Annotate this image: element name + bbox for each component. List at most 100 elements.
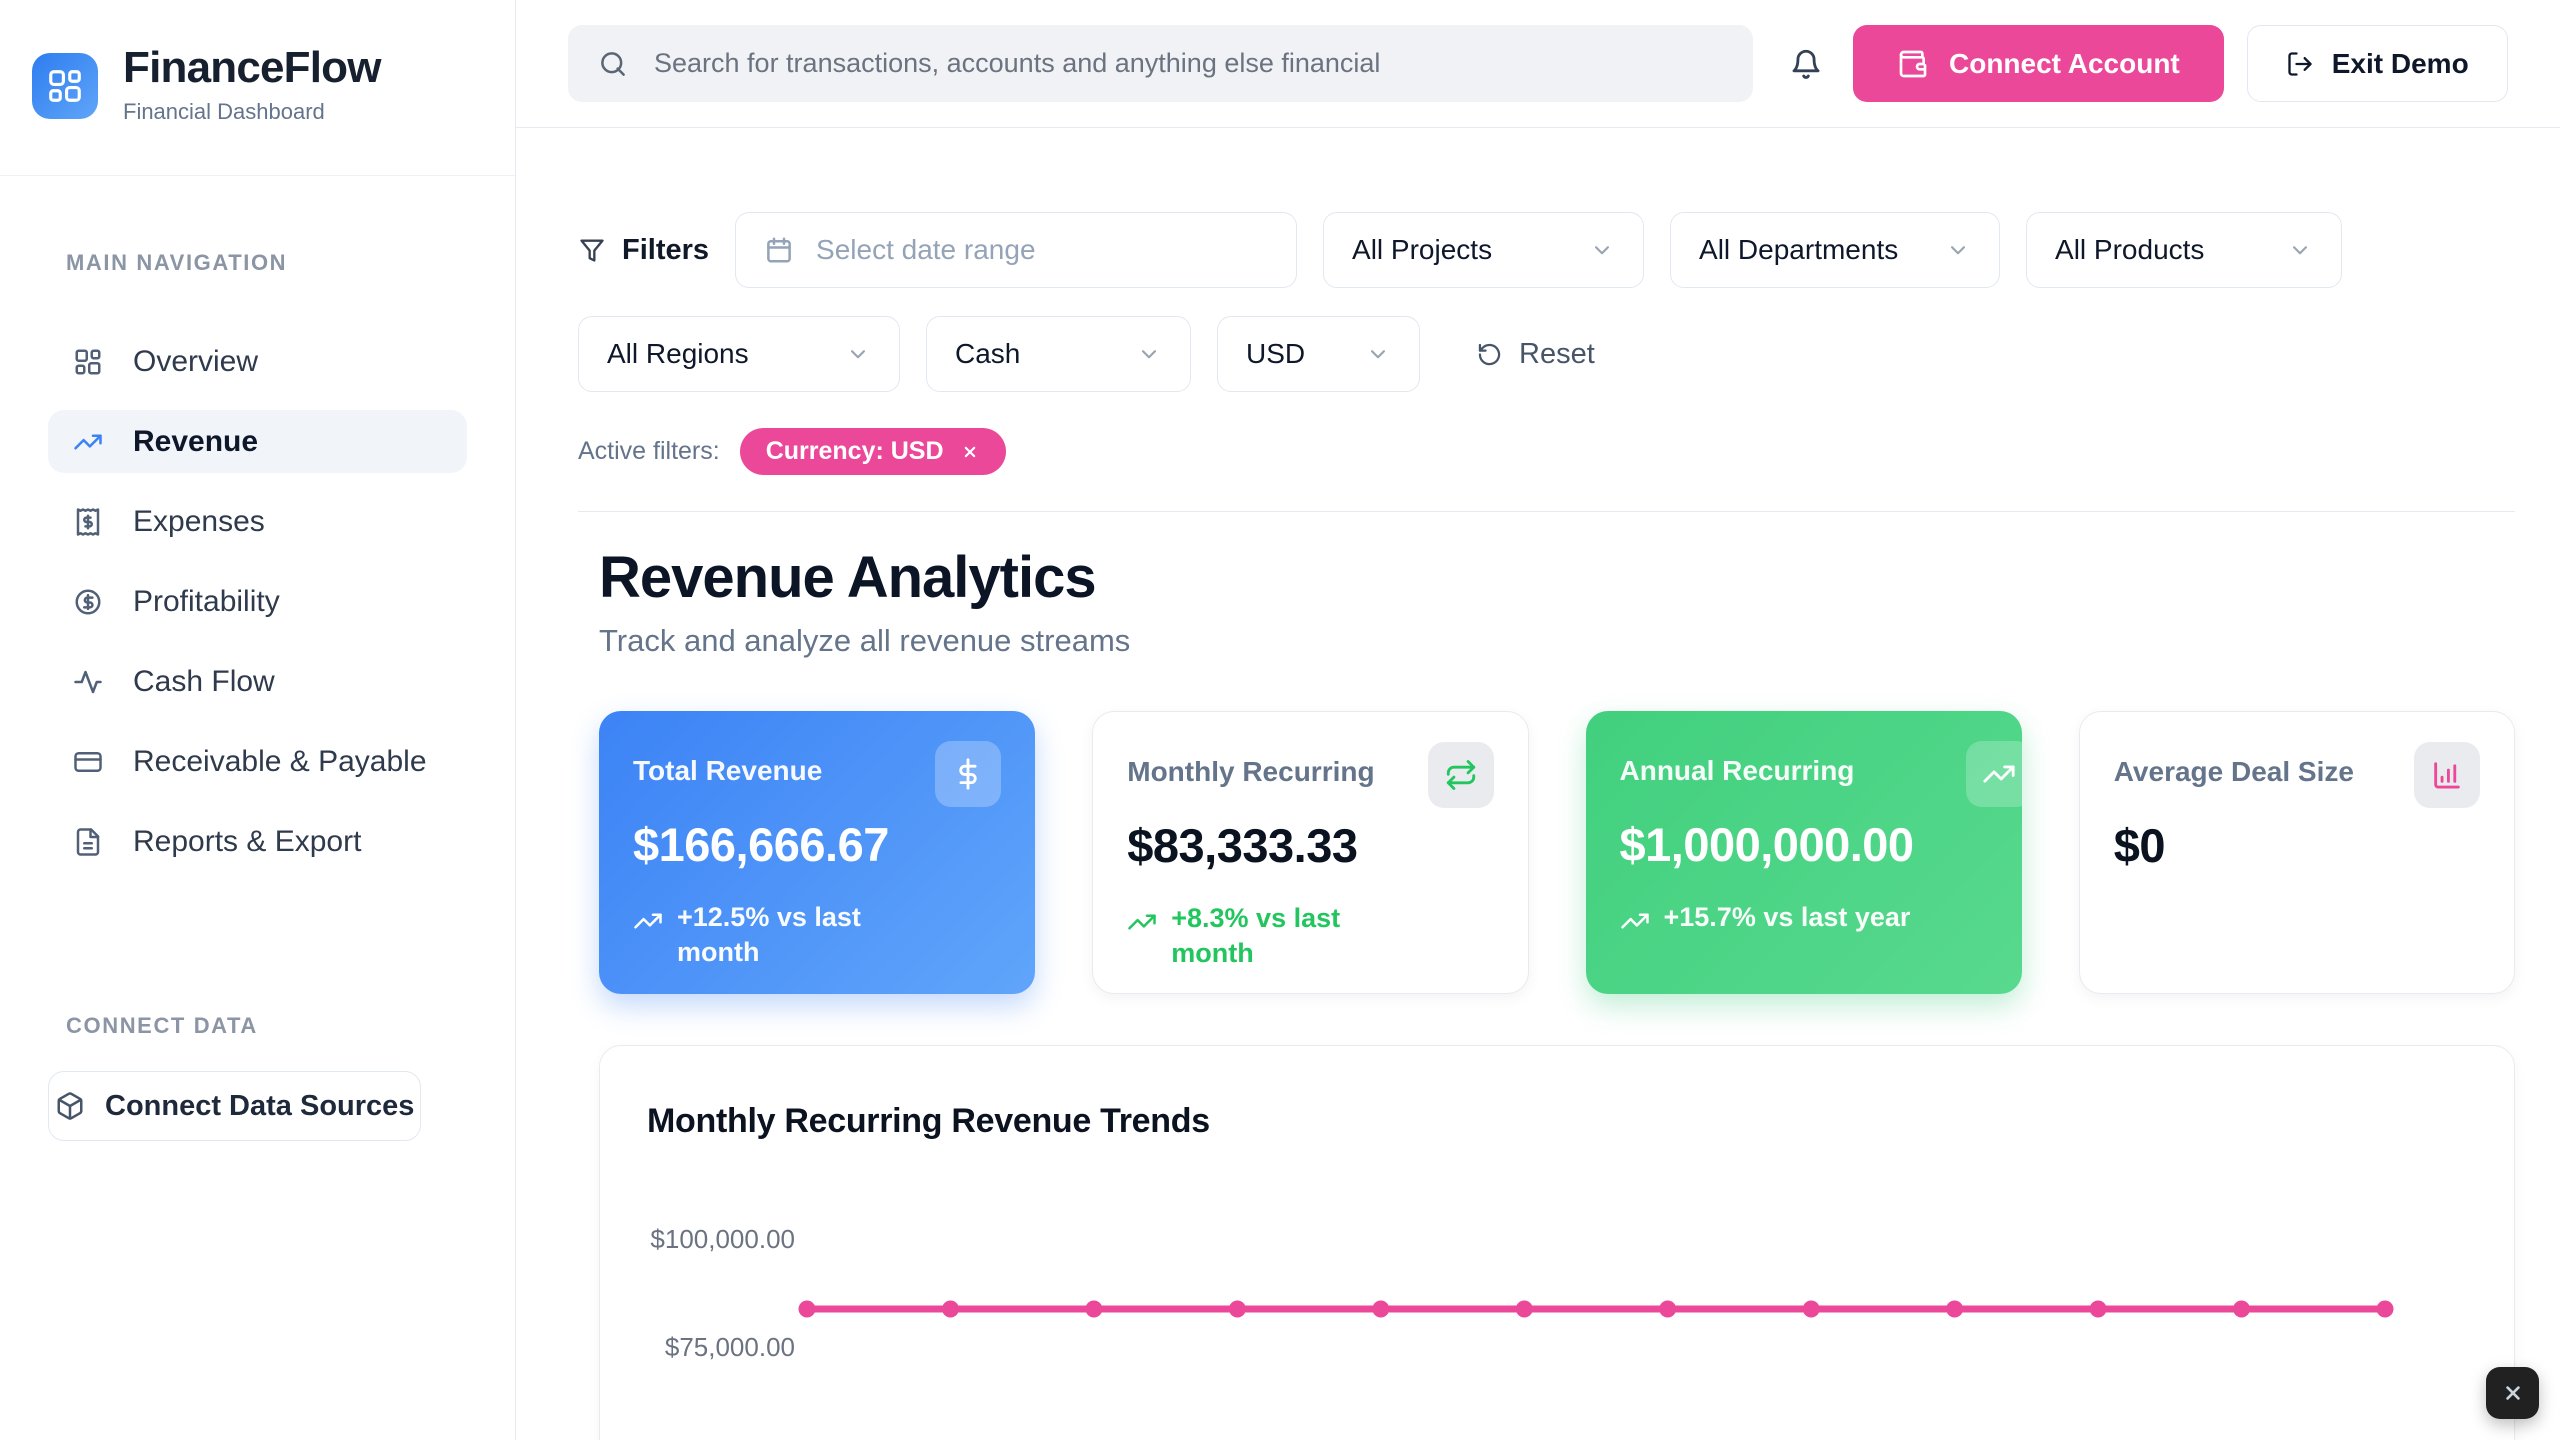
- chevron-down-icon: [1589, 237, 1615, 263]
- sidebar-item-label: Revenue: [133, 425, 258, 459]
- metric-delta: +12.5% vs last month: [633, 900, 1001, 970]
- search-bar[interactable]: [568, 25, 1753, 102]
- trending-up-icon: [1620, 906, 1650, 936]
- active-filters-row: Active filters: Currency: USD: [578, 428, 2515, 475]
- metric-label: Average Deal Size: [2114, 756, 2354, 788]
- connect-account-button[interactable]: Connect Account: [1853, 25, 2224, 102]
- metric-cards: Total Revenue $166,666.67: [599, 711, 2515, 994]
- exit-demo-button[interactable]: Exit Demo: [2247, 25, 2508, 102]
- brand-logo-icon: [32, 53, 98, 119]
- connect-data-sources-label: Connect Data Sources: [105, 1090, 414, 1123]
- connect-data-section: CONNECT DATA Connect Data Sources: [0, 1013, 515, 1141]
- metric-card-total-revenue: Total Revenue $166,666.67: [599, 711, 1035, 994]
- sidebar-item-receivable-payable[interactable]: Receivable & Payable: [48, 730, 467, 793]
- mrr-trends-chart-card: Monthly Recurring Revenue Trends $100,00…: [599, 1045, 2515, 1440]
- chevron-down-icon: [845, 341, 871, 367]
- sidebar-item-cash-flow[interactable]: Cash Flow: [48, 650, 467, 713]
- mrr-line-chart: [600, 1046, 2482, 1440]
- bar-chart-icon: [2414, 742, 2480, 808]
- sidebar-item-label: Reports & Export: [133, 825, 361, 859]
- main-content: Filters Select date range All Projects A…: [516, 128, 2560, 1440]
- metric-card-monthly-recurring: Monthly Recurring $83,333.33: [1092, 711, 1528, 994]
- chip-remove-icon[interactable]: [960, 442, 980, 462]
- credit-card-icon: [73, 747, 103, 777]
- close-icon: [2500, 1380, 2526, 1406]
- regions-select[interactable]: All Regions: [578, 316, 900, 392]
- revenue-analytics-section: Revenue Analytics Track and analyze all …: [599, 543, 2515, 1440]
- main-nav: Overview Revenue Expenses Profitabil: [0, 330, 515, 873]
- metric-label: Monthly Recurring: [1127, 756, 1374, 788]
- filters-title: Filters: [578, 234, 709, 267]
- metric-card-average-deal-size: Average Deal Size $0: [2079, 711, 2515, 994]
- dollar-icon: [935, 741, 1001, 807]
- search-icon: [598, 49, 628, 79]
- right-column: Connect Account Exit Demo Filters: [516, 0, 2560, 1440]
- cube-icon: [55, 1091, 85, 1121]
- metric-value: $166,666.67: [633, 817, 1001, 872]
- metric-value: $83,333.33: [1127, 818, 1493, 873]
- connect-data-sources-button[interactable]: Connect Data Sources: [48, 1071, 421, 1141]
- products-select[interactable]: All Products: [2026, 212, 2342, 288]
- search-input[interactable]: [652, 47, 1723, 80]
- bell-icon: [1789, 47, 1823, 81]
- sidebar-item-label: Receivable & Payable: [133, 745, 427, 779]
- receipt-icon: [73, 507, 103, 537]
- file-text-icon: [73, 827, 103, 857]
- top-bar: Connect Account Exit Demo: [516, 0, 2560, 128]
- activity-icon: [73, 667, 103, 697]
- notifications-button[interactable]: [1789, 47, 1823, 81]
- chevron-down-icon: [1365, 341, 1391, 367]
- projects-select[interactable]: All Projects: [1323, 212, 1644, 288]
- date-range-field[interactable]: Select date range: [735, 212, 1297, 288]
- metric-label: Total Revenue: [633, 755, 822, 787]
- sidebar-item-label: Profitability: [133, 585, 280, 619]
- filters-row-1: Filters Select date range All Projects A…: [578, 212, 2515, 288]
- date-range-placeholder: Select date range: [816, 234, 1036, 266]
- app-root: FinanceFlow Financial Dashboard MAIN NAV…: [0, 0, 2560, 1440]
- reset-filters-button[interactable]: Reset: [1470, 337, 1601, 372]
- trending-up-icon: [73, 427, 103, 457]
- page-subtitle: Track and analyze all revenue streams: [599, 623, 2515, 659]
- metric-label: Annual Recurring: [1620, 755, 1855, 787]
- connect-account-label: Connect Account: [1949, 48, 2180, 80]
- metric-value: $1,000,000.00: [1620, 817, 1988, 872]
- sidebar-item-revenue[interactable]: Revenue: [48, 410, 467, 473]
- trending-up-icon: [1127, 907, 1157, 937]
- sidebar-item-profitability[interactable]: Profitability: [48, 570, 467, 633]
- sidebar-item-label: Overview: [133, 345, 258, 379]
- sidebar: FinanceFlow Financial Dashboard MAIN NAV…: [0, 0, 516, 1440]
- filters-row-2: All Regions Cash USD Reset: [578, 316, 2515, 392]
- sidebar-item-overview[interactable]: Overview: [48, 330, 467, 393]
- calendar-icon: [764, 235, 794, 265]
- page-title: Revenue Analytics: [599, 543, 2515, 613]
- dollar-circle-icon: [73, 587, 103, 617]
- accounting-basis-select[interactable]: Cash: [926, 316, 1191, 392]
- currency-select[interactable]: USD: [1217, 316, 1420, 392]
- sidebar-item-expenses[interactable]: Expenses: [48, 490, 467, 553]
- departments-select[interactable]: All Departments: [1670, 212, 2000, 288]
- trending-up-icon: [1966, 741, 2022, 807]
- trending-up-icon: [633, 906, 663, 936]
- filter-funnel-icon: [578, 236, 606, 264]
- brand-name: FinanceFlow: [123, 46, 381, 90]
- floating-close-button[interactable]: [2486, 1367, 2539, 1419]
- layout-grid-icon: [73, 347, 103, 377]
- chevron-down-icon: [2287, 237, 2313, 263]
- section-divider: [578, 511, 2515, 512]
- connect-data-label: CONNECT DATA: [66, 1013, 467, 1039]
- currency-filter-chip[interactable]: Currency: USD: [740, 428, 1006, 475]
- metric-delta: +8.3% vs last month: [1127, 901, 1493, 971]
- brand-subtitle: Financial Dashboard: [123, 99, 381, 125]
- active-filters-label: Active filters:: [578, 437, 720, 466]
- chevron-down-icon: [1136, 341, 1162, 367]
- rotate-ccw-icon: [1476, 341, 1503, 368]
- sidebar-item-label: Cash Flow: [133, 665, 275, 699]
- logout-icon: [2286, 50, 2314, 78]
- sidebar-item-reports-export[interactable]: Reports & Export: [48, 810, 467, 873]
- exit-demo-label: Exit Demo: [2332, 48, 2469, 80]
- chevron-down-icon: [1945, 237, 1971, 263]
- metric-value: $0: [2114, 818, 2480, 873]
- metric-delta: +15.7% vs last year: [1620, 900, 1988, 936]
- main-navigation-label: MAIN NAVIGATION: [66, 250, 515, 276]
- metric-card-annual-recurring: Annual Recurring $1,000,000.00: [1586, 711, 2022, 994]
